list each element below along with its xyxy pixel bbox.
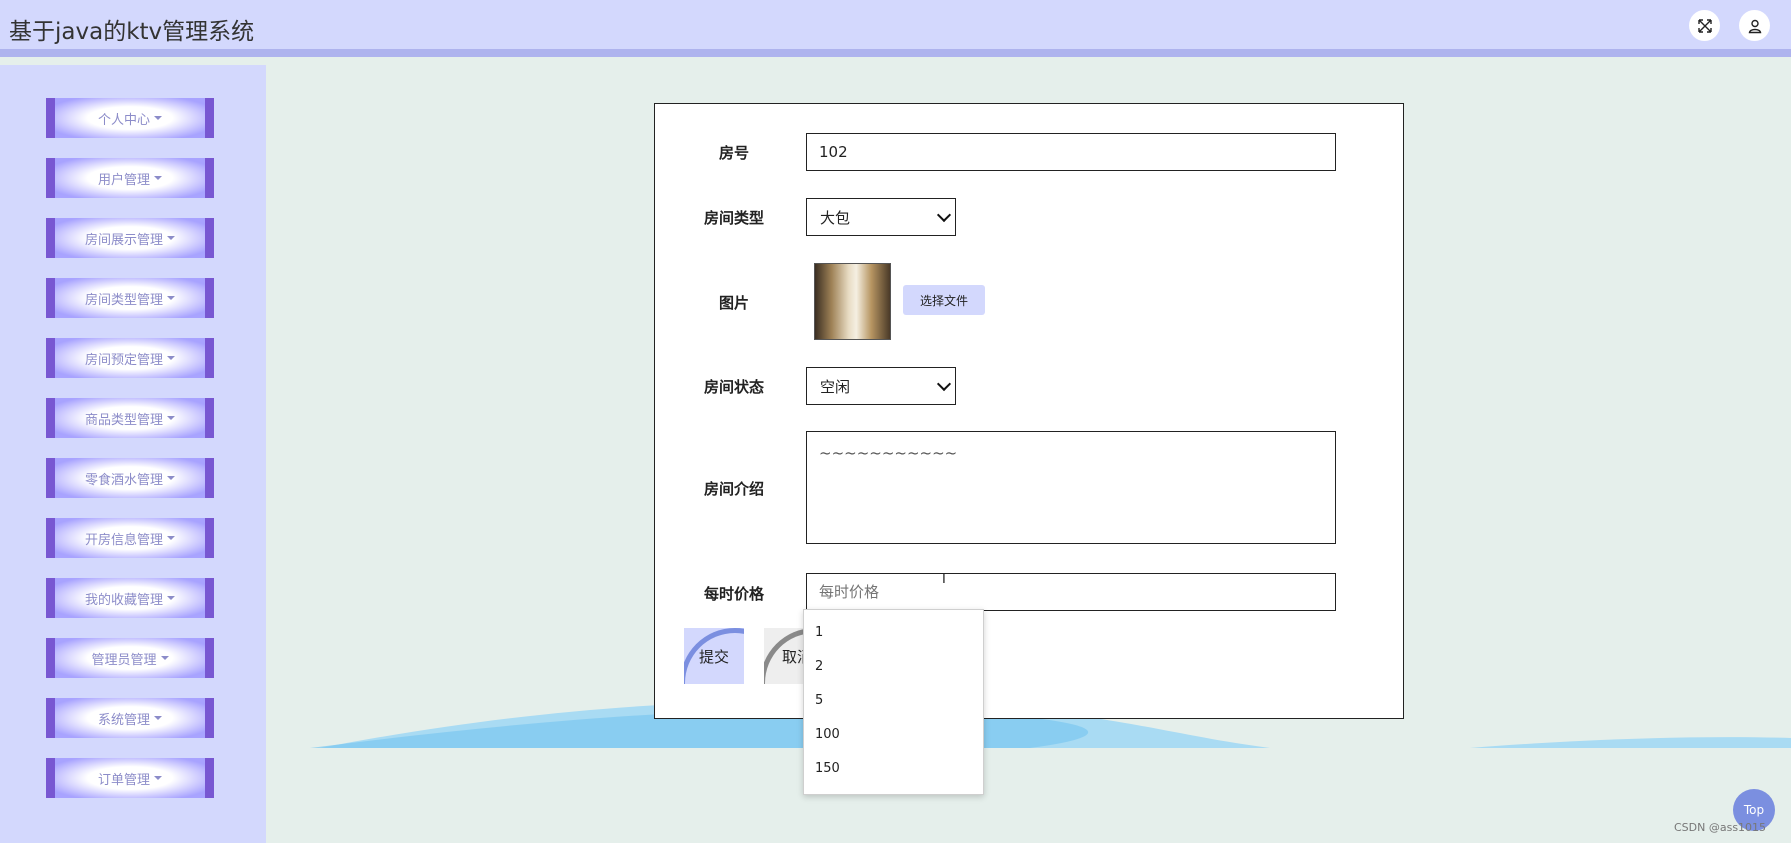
- autocomplete-option[interactable]: 150: [815, 761, 840, 776]
- room-no-input[interactable]: 102: [806, 133, 1336, 171]
- caret-down-icon: [167, 596, 175, 600]
- sidebar-item-personal-center[interactable]: 个人中心: [46, 98, 214, 138]
- fullscreen-button[interactable]: [1689, 10, 1720, 41]
- image-label: 图片: [718, 294, 749, 312]
- caret-down-icon: [160, 656, 169, 660]
- sidebar-item-room-display[interactable]: 房间展示管理: [46, 218, 214, 258]
- caret-down-icon: [167, 356, 175, 360]
- room-type-label: 房间类型: [703, 209, 764, 227]
- choose-file-button[interactable]: 选择文件: [903, 285, 985, 315]
- autocomplete-option[interactable]: 100: [815, 727, 840, 742]
- caret-down-icon: [167, 476, 175, 480]
- submit-button[interactable]: 提交: [684, 628, 744, 684]
- watermark: CSDN @ass1015: [1674, 821, 1767, 834]
- fullscreen-icon: [1697, 18, 1712, 33]
- caret-down-icon: [154, 176, 162, 180]
- caret-down-icon: [154, 716, 162, 720]
- room-intro-label: 房间介绍: [703, 480, 764, 498]
- sidebar-item-checkin-info[interactable]: 开房信息管理: [46, 518, 214, 558]
- caret-down-icon: [167, 236, 175, 240]
- price-input[interactable]: [806, 573, 1336, 611]
- room-edit-form: 房号 102 房间类型 大包 图片 选择文件 房间状态 空闲 房间介绍 ~~~~…: [654, 103, 1404, 719]
- caret-down-icon: [154, 116, 162, 120]
- top-header: 基于java的ktv管理系统: [0, 0, 1791, 57]
- room-image-thumbnail: [814, 263, 891, 340]
- sidebar-item-goods-type[interactable]: 商品类型管理: [46, 398, 214, 438]
- room-no-label: 房号: [718, 144, 749, 162]
- sidebar-item-user-management[interactable]: 用户管理: [46, 158, 214, 198]
- room-status-select[interactable]: 空闲: [806, 367, 956, 405]
- sidebar-item-room-type[interactable]: 房间类型管理: [46, 278, 214, 318]
- user-button[interactable]: [1739, 10, 1770, 41]
- autocomplete-option[interactable]: 1: [815, 625, 823, 640]
- sidebar-item-room-booking[interactable]: 房间预定管理: [46, 338, 214, 378]
- autocomplete-option[interactable]: 2: [815, 659, 823, 674]
- sidebar-item-system-management[interactable]: 系统管理: [46, 698, 214, 738]
- caret-down-icon: [167, 416, 175, 420]
- chevron-down-icon: [936, 207, 952, 223]
- sidebar: 个人中心 用户管理 房间展示管理 房间类型管理 房间预定管理 商品类型管理 零食…: [0, 65, 266, 843]
- caret-down-icon: [154, 776, 162, 780]
- sidebar-item-admin-management[interactable]: 管理员管理: [46, 638, 214, 678]
- app-title: 基于java的ktv管理系统: [9, 19, 255, 45]
- sidebar-item-my-favorites[interactable]: 我的收藏管理: [46, 578, 214, 618]
- room-type-select[interactable]: 大包: [806, 198, 956, 236]
- caret-down-icon: [167, 296, 175, 300]
- text-cursor-icon: I: [942, 572, 946, 587]
- price-label: 每时价格: [703, 585, 764, 603]
- room-status-label: 房间状态: [703, 378, 764, 396]
- user-icon: [1748, 19, 1761, 33]
- sidebar-item-order-management[interactable]: 订单管理: [46, 758, 214, 798]
- sidebar-item-snacks-drinks[interactable]: 零食酒水管理: [46, 458, 214, 498]
- caret-down-icon: [167, 536, 175, 540]
- autocomplete-option[interactable]: 5: [815, 693, 823, 708]
- room-intro-textarea[interactable]: ~~~~~~~~~~~: [806, 431, 1336, 544]
- chevron-down-icon: [936, 376, 952, 392]
- price-autocomplete-dropdown: 1 2 5 100 150: [803, 609, 984, 795]
